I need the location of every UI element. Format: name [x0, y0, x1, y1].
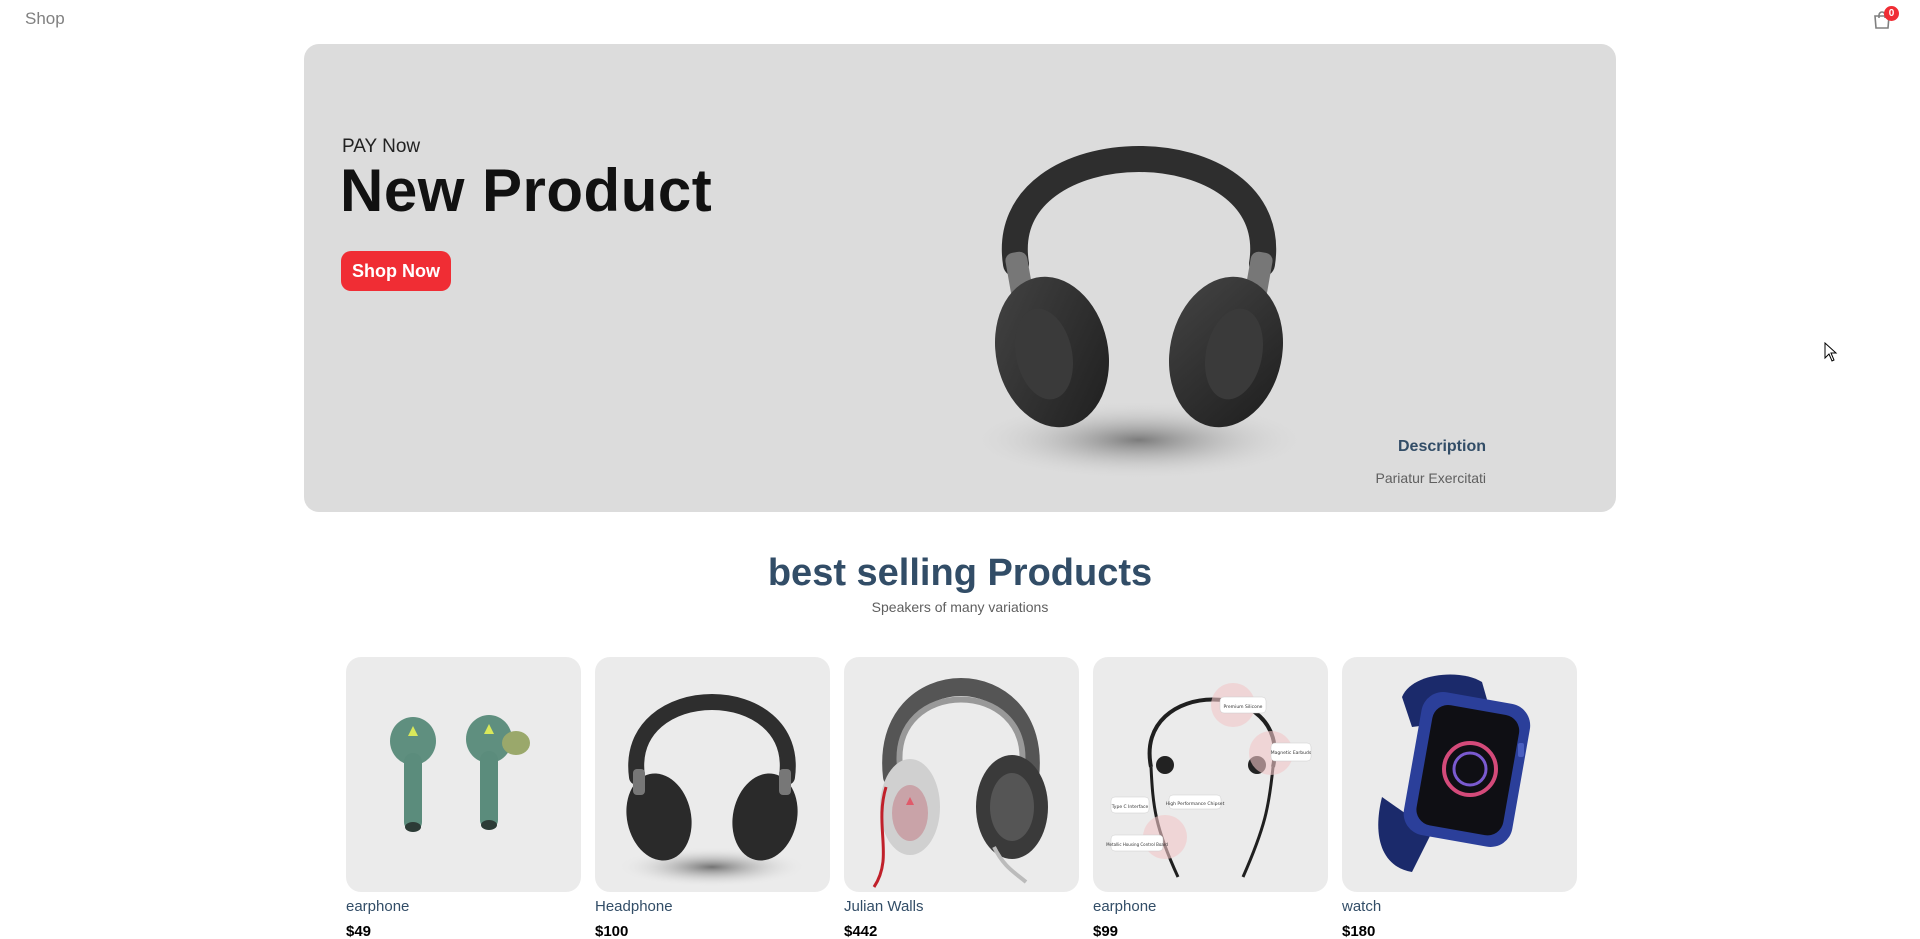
product-name: Headphone: [595, 898, 673, 915]
product-card[interactable]: earphone $49: [346, 657, 581, 939]
svg-text:High Performance Chipset: High Performance Chipset: [1166, 801, 1225, 807]
product-card[interactable]: Julian Walls $442: [844, 657, 1079, 939]
hero-small-text: PAY Now: [342, 136, 421, 157]
section-title: best selling Products: [767, 552, 1153, 594]
smartwatch-image[interactable]: [1342, 657, 1577, 892]
product-card[interactable]: watch $180: [1342, 657, 1577, 939]
hero-description: Description Pariatur Exercitati: [1376, 438, 1486, 486]
svg-text:Magnetic Earbuds: Magnetic Earbuds: [1271, 750, 1312, 756]
navbar: Shop 0: [0, 0, 1920, 40]
product-price: $442: [844, 923, 878, 939]
neckband-callout-label: High Performance Chipset: [1166, 794, 1225, 810]
hero-headphones-image: [954, 64, 1324, 484]
neckband-callout-label: Type C Interface: [1110, 796, 1150, 814]
neckband-callout-label: Premium Silicone: [1219, 696, 1267, 714]
product-name: earphone: [1093, 898, 1157, 915]
neckband-callout-label: Metallic Housing Control Board: [1106, 834, 1168, 852]
svg-text:Type C Interface: Type C Interface: [1111, 804, 1149, 810]
product-price: $99: [1093, 923, 1119, 939]
cart-count-badge: 0: [1884, 6, 1899, 21]
product-price: $180: [1342, 923, 1376, 939]
product-card[interactable]: Premium Silicone Magnetic Earbuds High P…: [1093, 657, 1328, 939]
best-selling-header: best selling Products Speakers of many v…: [0, 552, 1920, 615]
product-name: Julian Walls: [844, 898, 924, 915]
product-price: $100: [595, 923, 629, 939]
gaming-headset-image[interactable]: [844, 657, 1079, 892]
neckband-callout-label: Magnetic Earbuds: [1270, 742, 1312, 762]
section-subtitle: Speakers of many variations: [871, 599, 1049, 615]
hero-description-text: Pariatur Exercitati: [1375, 470, 1486, 486]
product-name: earphone: [346, 898, 410, 915]
svg-text:Metallic Housing Control Board: Metallic Housing Control Board: [1106, 842, 1168, 847]
hero-title: New Product: [340, 157, 713, 224]
hero-banner: PAY Now New Product Shop Now Description…: [304, 44, 1616, 512]
product-card[interactable]: Headphone $100: [595, 657, 830, 939]
cart-button[interactable]: 0: [1872, 6, 1899, 32]
product-list: earphone $49 Headphone $100 Julian Walls…: [346, 657, 1577, 939]
logo[interactable]: Shop: [25, 9, 65, 29]
headphones-image[interactable]: [595, 657, 830, 892]
product-price: $49: [346, 923, 372, 939]
product-name: watch: [1342, 898, 1382, 915]
earbuds-image[interactable]: [346, 657, 581, 892]
hero-description-title: Description: [1397, 438, 1486, 455]
svg-text:Premium Silicone: Premium Silicone: [1224, 704, 1263, 710]
shop-now-button[interactable]: Shop Now: [341, 251, 451, 291]
mouse-pointer-icon: [1824, 341, 1838, 362]
neckband-earphone-image[interactable]: Premium Silicone Magnetic Earbuds High P…: [1093, 657, 1328, 892]
